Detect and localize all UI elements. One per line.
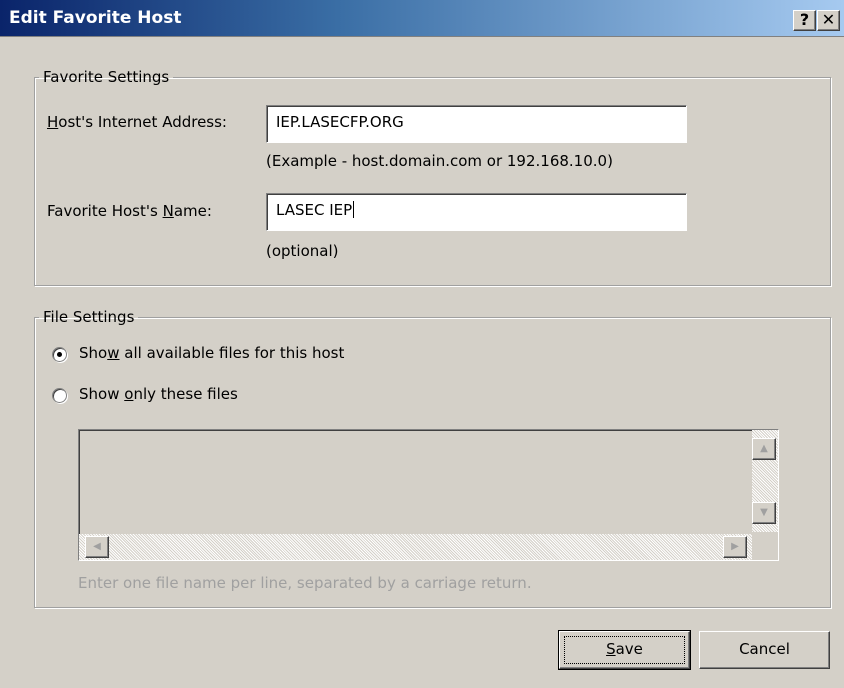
save-button[interactable]: Save: [558, 630, 691, 670]
show-only-files-rest: nly these files: [133, 385, 238, 403]
host-address-input[interactable]: IEP.LASECFP.ORG: [266, 105, 687, 143]
close-button[interactable]: ✕: [817, 10, 840, 31]
favorite-settings-group: Favorite Settings: [34, 68, 831, 286]
vertical-scrollbar[interactable]: ▲ ▼: [752, 430, 778, 532]
host-address-label-text: ost's Internet Address:: [58, 113, 227, 131]
host-name-value: LASEC IEP: [276, 201, 353, 219]
host-name-label-rest: ame:: [173, 202, 212, 220]
host-name-label-mnemonic: N: [162, 202, 174, 220]
host-address-value: IEP.LASECFP.ORG: [276, 113, 404, 131]
host-address-label: Host's Internet Address:: [47, 113, 227, 131]
show-all-files-pre: Sho: [79, 344, 108, 362]
show-all-files-rest: all available files for this host: [119, 344, 345, 362]
favorite-settings-legend: Favorite Settings: [43, 68, 170, 86]
title-bar: Edit Favorite Host ? ✕: [0, 0, 844, 37]
show-only-files-label[interactable]: Show only these files: [79, 385, 238, 403]
help-button[interactable]: ?: [793, 10, 816, 31]
scroll-left-icon[interactable]: ◀: [85, 536, 109, 558]
host-address-label-mnemonic: H: [47, 113, 59, 131]
show-all-files-label[interactable]: Show all available files for this host: [79, 344, 344, 362]
window-title: Edit Favorite Host: [9, 8, 182, 28]
host-name-input[interactable]: LASEC IEP: [266, 193, 687, 231]
host-address-example: (Example - host.domain.com or 192.168.10…: [266, 152, 613, 170]
scroll-up-icon[interactable]: ▲: [752, 438, 776, 460]
horizontal-scrollbar[interactable]: ◀ ▶: [79, 534, 752, 560]
cancel-button[interactable]: Cancel: [699, 631, 830, 669]
files-instruction: Enter one file name per line, separated …: [78, 574, 532, 592]
files-list-textarea[interactable]: ▲ ▼ ◀ ▶: [78, 429, 779, 561]
scroll-right-icon[interactable]: ▶: [723, 536, 747, 558]
show-only-files-pre: Show: [79, 385, 125, 403]
scroll-down-icon[interactable]: ▼: [752, 502, 776, 524]
file-settings-legend: File Settings: [43, 308, 135, 326]
host-name-hint: (optional): [266, 242, 339, 260]
show-all-files-radio[interactable]: [52, 347, 67, 362]
focus-rectangle: [564, 636, 685, 664]
scrollbar-corner: [752, 534, 778, 560]
host-name-label: Favorite Host's Name:: [47, 202, 212, 220]
text-caret: [353, 201, 355, 218]
host-name-label-pre: Favorite Host's: [47, 202, 163, 220]
show-all-files-mnemonic: w: [107, 344, 120, 362]
show-only-files-radio[interactable]: [52, 388, 67, 403]
